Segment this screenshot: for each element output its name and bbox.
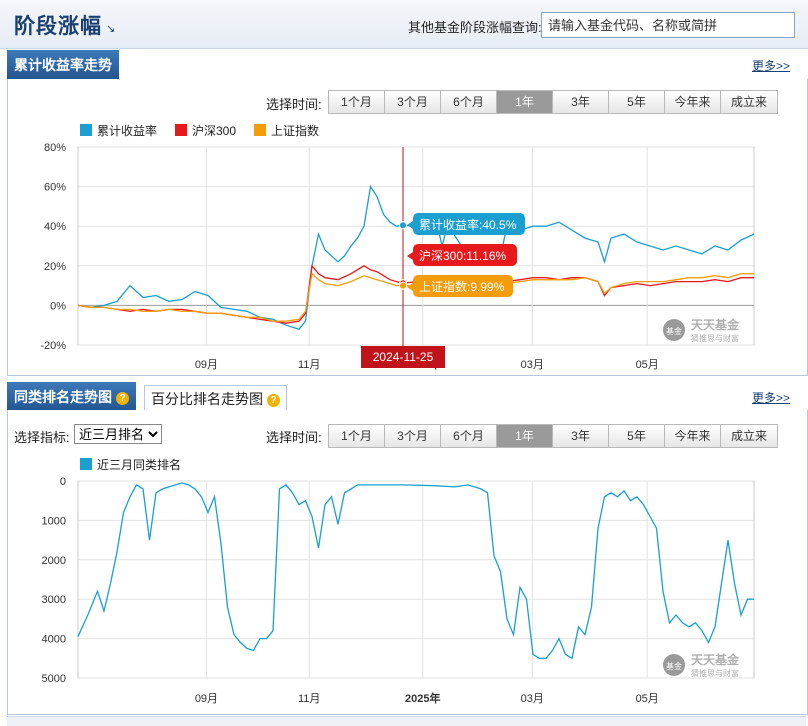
x-tick-label: 03月 <box>521 693 544 705</box>
watermark-slogan: 猜推思与财富 <box>691 668 739 678</box>
x-tick-label: 09月 <box>195 359 218 371</box>
legend-label: 上证指数 <box>271 123 319 138</box>
x-tick-label: 05月 <box>636 693 659 705</box>
crosshair-date-label: 2024-11-25 <box>373 350 434 364</box>
watermark-slogan: 猜推思与财富 <box>691 333 739 343</box>
legend-swatch <box>80 458 92 470</box>
plot-area-2 <box>77 480 755 679</box>
y-tick-label: 4000 <box>42 634 66 646</box>
tooltip-label: 沪深300:11.16% <box>419 249 506 263</box>
watermark-badge: 基金 <box>666 661 682 671</box>
legend-label: 近三月同类排名 <box>97 457 181 472</box>
y-tick-label: 1000 <box>42 515 66 527</box>
y-tick-label: 80% <box>44 142 66 154</box>
watermark-badge: 基金 <box>666 326 682 336</box>
tooltip-label: 累计收益率:40.5% <box>419 217 517 232</box>
y-tick-label: 0% <box>50 300 66 312</box>
y-tick-label: 5000 <box>42 673 66 685</box>
watermark-brand: 天天基金 <box>691 652 740 667</box>
x-tick-label: 09月 <box>195 693 218 705</box>
x-tick-label: 11月 <box>298 693 320 705</box>
y-tick-label: 3000 <box>42 594 66 606</box>
y-tick-label: 2000 <box>42 555 66 567</box>
legend-label: 累计收益率 <box>97 123 157 138</box>
fund-stage-performance-page: 阶段涨幅 ↘ 其他基金阶段涨幅查询: 累计收益率走势 更多>> 选择时间: 1个… <box>0 0 808 726</box>
bottom-strip <box>7 716 806 726</box>
y-tick-label: -20% <box>40 340 66 352</box>
x-tick-label: 05月 <box>636 359 659 371</box>
tooltip-label: 上证指数:9.99% <box>419 279 505 294</box>
y-tick-label: 20% <box>44 261 66 273</box>
x-tick-label: 11月 <box>298 359 320 371</box>
x-tick-label: 2025年 <box>405 691 440 705</box>
crosshair-marker <box>399 281 407 290</box>
y-tick-label: 0 <box>60 476 66 488</box>
y-tick-label: 40% <box>44 221 66 233</box>
legend-label: 沪深300 <box>192 124 236 138</box>
charts-canvas: 80% 60% 40% 20% 0% -20% 09月 11月 2025年 03月 05月 累计收益率… <box>40 123 755 705</box>
legend-swatch <box>80 124 92 136</box>
x-tick-label: 03月 <box>521 359 544 371</box>
watermark-brand: 天天基金 <box>691 317 740 332</box>
legend-swatch <box>175 124 187 136</box>
y-tick-label: 60% <box>44 182 66 194</box>
crosshair-marker <box>399 221 407 230</box>
legend-swatch <box>254 124 266 136</box>
